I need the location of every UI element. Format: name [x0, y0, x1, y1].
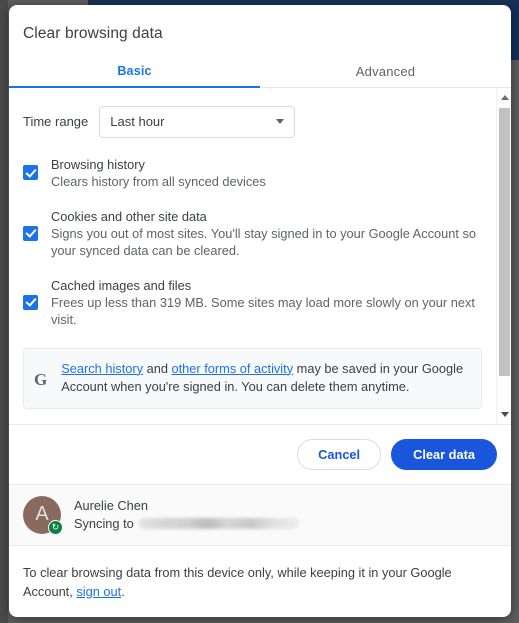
screen: Clear browsing data Basic Advanced Time …	[0, 0, 519, 623]
option-description: Clears history from all synced devices	[51, 173, 266, 189]
option-row-cached-images[interactable]: Cached images and files Frees up less th…	[9, 277, 496, 328]
checkbox-cached-images[interactable]	[23, 294, 38, 310]
option-description: Frees up less than 319 MB. Some sites ma…	[51, 294, 475, 327]
option-row-browsing-history[interactable]: Browsing history Clears history from all…	[9, 156, 496, 190]
vertical-scrollbar[interactable]	[496, 87, 511, 424]
scroll-down-arrow-icon[interactable]	[497, 407, 511, 422]
account-sync-status: Syncing to	[74, 515, 511, 533]
time-range-select[interactable]: Last hour	[99, 105, 296, 138]
option-title: Cached images and files	[51, 277, 192, 293]
option-title: Cookies and other site data	[51, 208, 207, 224]
dialog-scroll-body: Time range Last hour Browsing history Cl…	[9, 87, 511, 424]
dialog-title: Clear browsing data	[23, 25, 163, 42]
sign-out-link[interactable]: sign out	[76, 584, 121, 599]
scroll-up-arrow-icon[interactable]	[497, 90, 511, 105]
dialog-action-bar: Cancel Clear data	[9, 423, 511, 484]
clear-browsing-data-dialog: Clear browsing data Basic Advanced Time …	[9, 5, 511, 617]
checkbox-cookies[interactable]	[23, 225, 38, 241]
dialog-content: Time range Last hour Browsing history Cl…	[9, 88, 496, 424]
option-texts: Cookies and other site data Signs you ou…	[51, 208, 482, 259]
google-activity-card: G Search history and other forms of acti…	[23, 347, 482, 409]
account-row[interactable]: A ↻ Aurelie Chen Syncing to	[9, 483, 511, 546]
option-row-cookies[interactable]: Cookies and other site data Signs you ou…	[9, 208, 496, 259]
scrollbar-thumb[interactable]	[499, 107, 510, 376]
account-name: Aurelie Chen	[74, 497, 148, 513]
time-range-label: Time range	[23, 114, 89, 130]
tab-bar: Basic Advanced	[9, 56, 511, 88]
sync-prefix: Syncing to	[74, 515, 134, 531]
search-history-link[interactable]: Search history	[61, 361, 143, 376]
option-texts: Cached images and files Frees up less th…	[51, 277, 482, 328]
chevron-down-icon	[276, 119, 285, 125]
avatar: A ↻	[23, 495, 63, 535]
sync-icon: ↻	[48, 519, 63, 535]
footer-text-after: .	[121, 583, 125, 599]
dialog-footer: To clear browsing data from this device …	[9, 545, 511, 601]
option-title: Browsing history	[51, 156, 145, 172]
sync-target-redacted	[138, 518, 299, 530]
tab-basic[interactable]: Basic	[9, 56, 260, 87]
google-g-icon: G	[34, 369, 48, 389]
account-texts: Aurelie Chen Syncing to	[74, 497, 511, 533]
info-conjunction: and	[143, 360, 172, 376]
clear-data-button[interactable]: Clear data	[391, 438, 497, 470]
cancel-button[interactable]: Cancel	[297, 438, 382, 470]
tab-advanced[interactable]: Advanced	[260, 56, 511, 87]
checkbox-browsing-history[interactable]	[23, 165, 38, 181]
time-range-row: Time range Last hour	[9, 88, 496, 138]
google-activity-text: Search history and other forms of activi…	[61, 360, 469, 396]
other-forms-of-activity-link[interactable]: other forms of activity	[172, 361, 294, 376]
time-range-value: Last hour	[110, 114, 165, 130]
backdrop-left-strip	[0, 0, 8, 623]
option-description: Signs you out of most sites. You'll stay…	[51, 225, 476, 258]
option-texts: Browsing history Clears history from all…	[51, 156, 482, 190]
